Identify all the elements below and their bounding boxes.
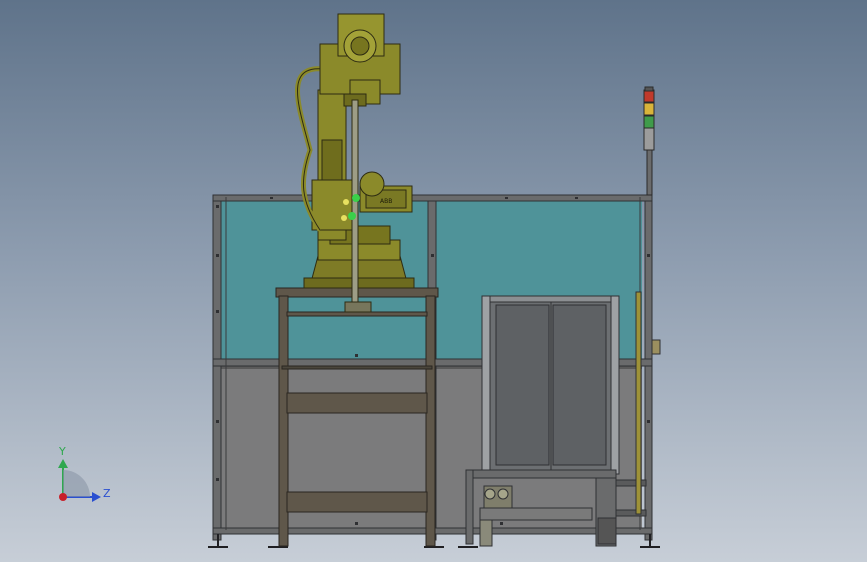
z-axis-label: Z [103,487,111,500]
y-axis-arrow-icon [58,459,68,468]
axis-triad: Y Z [58,445,111,502]
cad-viewport[interactable]: ABB Y Z [0,0,867,562]
z-axis-arrow-icon [92,492,101,502]
triad-origin-icon [59,493,67,501]
triad-sweep [63,470,90,497]
y-axis-label: Y [58,445,66,458]
